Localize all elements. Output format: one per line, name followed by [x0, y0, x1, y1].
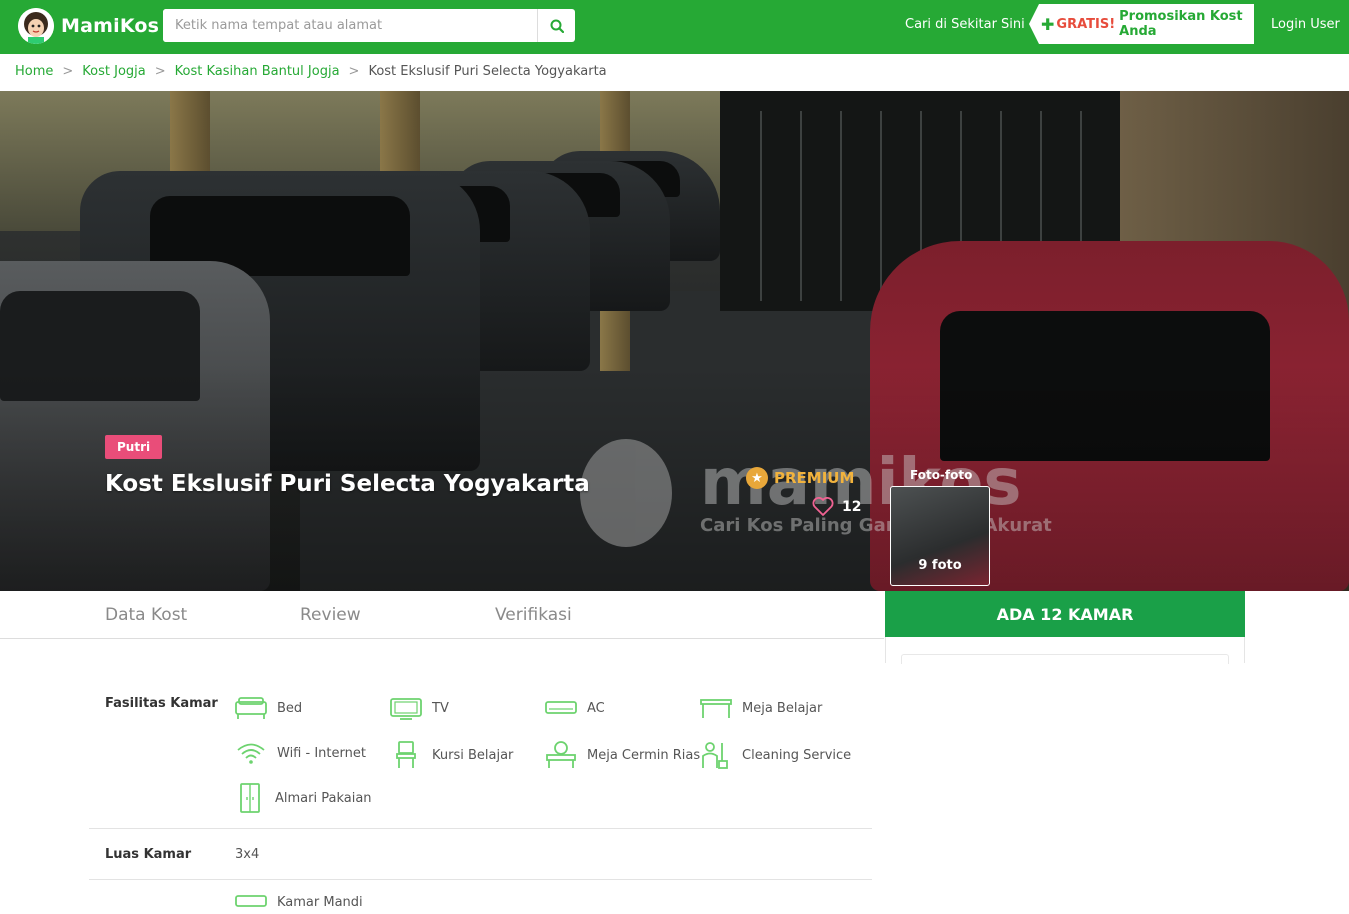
facility-label: Meja Cermin Rias — [587, 747, 701, 763]
breadcrumb-area[interactable]: Kost Kasihan Bantul Jogja — [175, 64, 340, 79]
breadcrumb: Home > Kost Jogja > Kost Kasihan Bantul … — [15, 64, 607, 79]
nearby-search-link[interactable]: Cari di Sekitar Sini — [905, 17, 1025, 32]
promo-label: Promosikan Kost Anda — [1119, 9, 1243, 39]
like-count: 12 — [842, 498, 862, 515]
facility-label: Almari Pakaian — [275, 790, 372, 806]
section-divider — [89, 879, 872, 880]
facility-label: TV — [432, 700, 449, 716]
tab-review[interactable]: Review — [300, 605, 361, 625]
search-box — [163, 9, 575, 42]
search-icon — [550, 19, 564, 33]
bathroom-icon — [235, 895, 267, 907]
wifi-icon — [237, 743, 265, 764]
brand-logo[interactable]: MamiKos — [18, 8, 159, 44]
facility-label: Wifi - Internet — [277, 745, 366, 761]
facility-label: Cleaning Service — [742, 747, 852, 763]
login-link[interactable]: Login User — [1271, 17, 1340, 32]
breadcrumb-separator: > — [348, 64, 360, 79]
search-input[interactable] — [163, 9, 537, 42]
star-icon: ★ — [746, 467, 768, 489]
desk-icon — [700, 699, 732, 718]
facility-label: Kursi Belajar — [432, 747, 514, 763]
room-size-value: 3x4 — [235, 847, 260, 862]
booking-panel — [885, 637, 1245, 664]
breadcrumb-city[interactable]: Kost Jogja — [82, 64, 145, 79]
gender-badge: Putri — [105, 435, 163, 459]
heart-icon — [812, 497, 834, 516]
facility-label: Kamar Mandi — [277, 894, 363, 910]
facility-item: Kursi Belajar — [390, 741, 513, 769]
breadcrumb-separator: > — [62, 64, 74, 79]
facility-item: Kamar Mandi — [235, 890, 363, 914]
chair-icon — [396, 741, 416, 768]
breadcrumb-current: Kost Ekslusif Puri Selecta Yogyakarta — [368, 64, 607, 79]
watermark-subtitle: Cari Kos Paling Gampang & Akurat — [700, 514, 1052, 536]
photo-gallery-label: Foto-foto — [910, 468, 973, 482]
facility-label: AC — [587, 700, 605, 716]
facility-label: Bed — [277, 700, 303, 716]
tv-icon — [390, 698, 422, 720]
premium-badge: ★ PREMIUM — [746, 467, 854, 489]
promote-kost-button[interactable]: ✚ GRATIS! Promosikan Kost Anda — [1029, 4, 1254, 44]
premium-label: PREMIUM — [774, 469, 855, 487]
breadcrumb-separator: > — [154, 64, 166, 79]
facility-item: Almari Pakaian — [235, 783, 372, 813]
search-button[interactable] — [537, 9, 575, 42]
photo-gallery-thumbnail[interactable]: 9 foto — [890, 486, 990, 586]
room-facilities-label: Fasilitas Kamar — [105, 696, 218, 711]
facility-item: Wifi - Internet — [235, 741, 366, 765]
page-title: Kost Ekslusif Puri Selecta Yogyakarta — [105, 471, 590, 497]
facility-item: Bed — [235, 696, 302, 720]
available-rooms-button[interactable]: ADA 12 KAMAR — [885, 591, 1245, 637]
top-navbar: MamiKos Cari di Sekitar Sini ✚ GRATIS! P… — [0, 0, 1349, 54]
facility-item: Cleaning Service — [700, 741, 851, 769]
plus-icon: ✚ — [1041, 14, 1055, 34]
ac-icon — [545, 701, 577, 714]
photo-count: 9 foto — [918, 558, 962, 573]
wardrobe-icon — [240, 783, 260, 813]
detail-tabs: Data Kost Review Verifikasi — [0, 591, 884, 639]
facility-item: AC — [545, 696, 605, 720]
bed-icon — [235, 697, 267, 719]
section-divider — [89, 828, 872, 829]
mamikos-logo-icon — [18, 8, 54, 44]
promo-free-label: GRATIS! — [1056, 16, 1116, 32]
vanity-icon — [546, 741, 576, 768]
facility-item: Meja Belajar — [700, 696, 822, 720]
brand-name: MamiKos — [61, 15, 160, 37]
cleaning-icon — [702, 742, 728, 769]
facility-label: Meja Belajar — [742, 700, 823, 716]
facility-item: Meja Cermin Rias — [545, 741, 700, 769]
watermark-logo-icon — [580, 439, 672, 547]
tab-verifikasi[interactable]: Verifikasi — [495, 605, 572, 625]
tab-data-kost[interactable]: Data Kost — [105, 605, 187, 625]
like-button[interactable]: 12 — [812, 497, 861, 516]
breadcrumb-home[interactable]: Home — [15, 64, 53, 79]
facility-item: TV — [390, 696, 449, 720]
room-size-label: Luas Kamar — [105, 847, 192, 862]
hero-photo[interactable]: mamikos Cari Kos Paling Gampang & Akurat… — [0, 91, 1349, 591]
